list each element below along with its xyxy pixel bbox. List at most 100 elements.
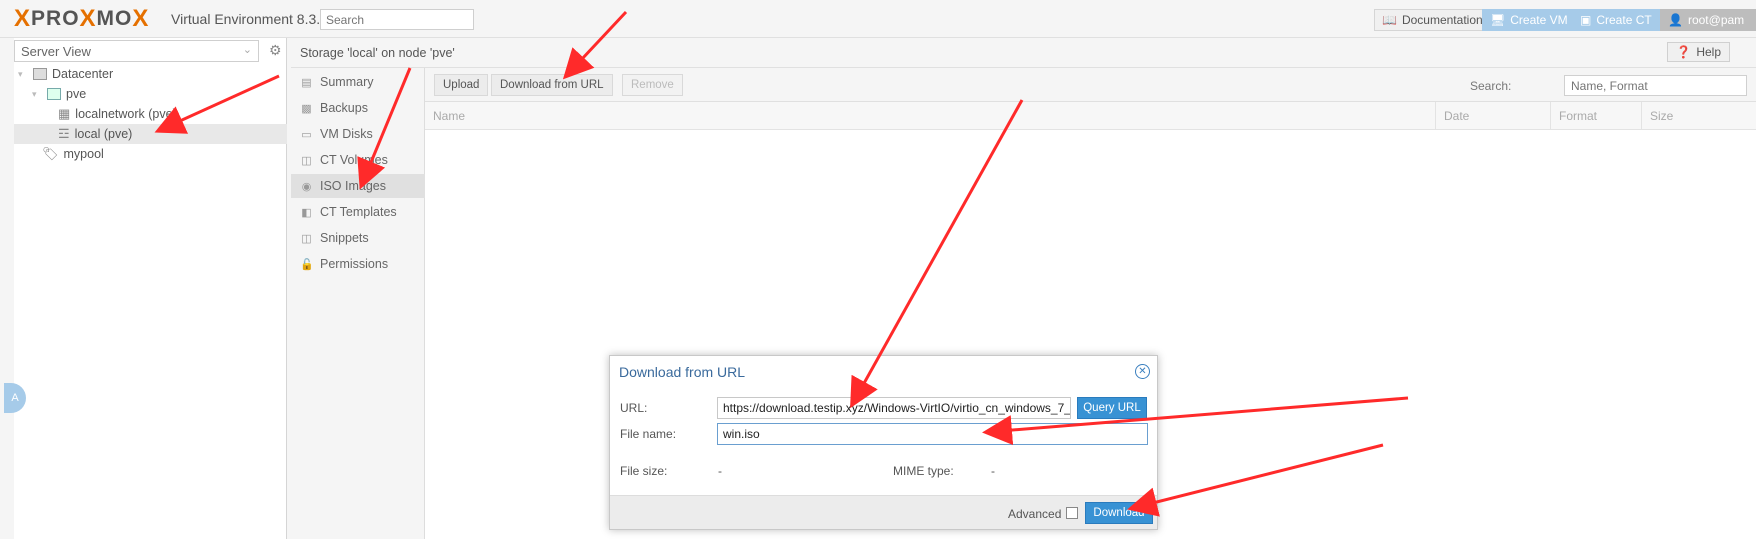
submenu-label: CT Templates (320, 205, 397, 219)
search-label: Search: (1470, 79, 1512, 93)
help-button[interactable]: ❓ Help (1667, 42, 1730, 62)
server-online-icon (47, 88, 61, 100)
localnetwork-label: localnetwork (pve) (75, 107, 177, 121)
chevron-down-icon: ⌄ (242, 44, 252, 56)
submenu-label: CT Volumes (320, 153, 388, 167)
mime-type-value: - (991, 464, 995, 478)
download-from-url-dialog: Download from URL ✕ URL: https://downloa… (609, 355, 1158, 530)
toolbar: Upload Download from URL Remove Search: (425, 68, 1756, 102)
logo-x-left: X (14, 5, 32, 32)
database-icon: ☲ (58, 126, 70, 141)
datacenter-label: Datacenter (52, 67, 114, 81)
submenu-label: ISO Images (320, 179, 386, 193)
submenu-label: Backups (320, 101, 368, 115)
monitor-icon: 🖥 (1490, 13, 1506, 27)
side-circle-label: A (11, 392, 19, 404)
documentation-label: Documentation (1401, 13, 1483, 27)
user-icon: 👤 (1668, 13, 1683, 27)
filename-input[interactable]: win.iso (717, 423, 1148, 445)
hdd-icon: ▭ (301, 128, 312, 141)
resource-tree: Server View ⌄ ⚙ ▾ Datacenter ▾ pve ▦ loc… (14, 38, 287, 539)
download-from-url-button[interactable]: Download from URL (491, 74, 613, 96)
documentation-button[interactable]: 📖 Documentation (1374, 9, 1491, 31)
gear-icon[interactable]: ⚙ (269, 42, 282, 59)
submenu-item-backups[interactable]: ▩ Backups (291, 96, 425, 120)
proxmox-logo: X PRO X MO X (14, 5, 150, 32)
query-url-button[interactable]: Query URL (1077, 397, 1147, 419)
column-header-date[interactable]: Date (1435, 102, 1550, 130)
dialog-footer: Advanced Download (610, 495, 1157, 529)
local-label: local (pve) (74, 127, 133, 141)
create-ct-button[interactable]: ▣ Create CT (1572, 9, 1660, 31)
content-header: Storage 'local' on node 'pve' ❓ Help (291, 38, 1756, 68)
logo-text-pro: PRO (31, 7, 80, 30)
user-label: root@pam (1687, 13, 1745, 27)
submenu-item-ct-volumes[interactable]: ◫ CT Volumes (291, 148, 425, 172)
version-label: Virtual Environment 8.3.3 (171, 11, 328, 27)
collapse-icon[interactable]: ▾ (18, 69, 28, 80)
datacenter-icon (33, 68, 47, 80)
close-icon[interactable]: ✕ (1135, 364, 1150, 379)
tree-node-local[interactable]: ☲ local (pve) (14, 124, 287, 144)
advanced-checkbox[interactable] (1066, 507, 1078, 519)
user-menu-button[interactable]: 👤 root@pam (1660, 9, 1756, 31)
collapse-icon[interactable]: ▾ (32, 89, 42, 100)
server-view-select[interactable]: Server View ⌄ (14, 40, 259, 62)
global-search-input[interactable] (320, 9, 474, 30)
book-icon: ▤ (301, 76, 312, 89)
mime-type-label: MIME type: (893, 464, 954, 478)
question-circle-icon: ❓ (1676, 45, 1692, 59)
filename-label: File name: (620, 427, 677, 441)
create-vm-label: Create VM (1510, 13, 1568, 27)
help-label: Help (1696, 45, 1721, 59)
page-title: Storage 'local' on node 'pve' (300, 46, 455, 60)
logo-x-mid: X (79, 5, 97, 32)
submenu-item-snippets[interactable]: ◫ Snippets (291, 226, 425, 250)
tree-node-localnetwork[interactable]: ▦ localnetwork (pve) (58, 104, 177, 124)
dialog-title: Download from URL (619, 364, 746, 380)
mypool-label: mypool (63, 147, 104, 161)
url-label: URL: (620, 401, 648, 415)
tree-node-pve[interactable]: ▾ pve (32, 84, 86, 104)
submenu-label: Permissions (320, 257, 389, 271)
column-header-format[interactable]: Format (1550, 102, 1641, 130)
search-input[interactable] (1564, 75, 1747, 96)
advanced-label: Advanced (1008, 507, 1062, 521)
create-ct-label: Create CT (1596, 13, 1652, 27)
upload-button[interactable]: Upload (434, 74, 489, 96)
submenu-label: Summary (320, 75, 374, 89)
server-view-label: Server View (21, 44, 91, 59)
floppy-icon: ▩ (301, 102, 312, 115)
ct-volume-icon: ◫ (301, 154, 312, 167)
submenu-item-iso-images[interactable]: ◉ ISO Images (291, 174, 425, 198)
filesize-value: - (718, 464, 722, 478)
column-header-size[interactable]: Size (1641, 102, 1756, 130)
create-vm-button[interactable]: 🖥 Create VM (1482, 9, 1576, 31)
disc-icon: ◉ (301, 180, 312, 193)
submenu-item-summary[interactable]: ▤ Summary (291, 70, 425, 94)
file-code-icon: ◫ (301, 232, 312, 245)
top-bar: X PROXMOX Virtual Environment 8.3.3 📖 Do… (0, 0, 1756, 38)
tree-node-mypool[interactable]: 🏷 mypool (42, 144, 104, 164)
unlock-icon: 🔓 (300, 258, 314, 271)
submenu-label: VM Disks (320, 127, 373, 141)
grid-header: Name Date Format Size (425, 102, 1756, 130)
tree-node-datacenter[interactable]: ▾ Datacenter (18, 64, 113, 84)
submenu-item-permissions[interactable]: 🔓 Permissions (291, 252, 425, 276)
grid-network-icon: ▦ (58, 106, 71, 121)
submenu-item-vm-disks[interactable]: ▭ VM Disks (291, 122, 425, 146)
remove-button[interactable]: Remove (622, 74, 683, 96)
download-button[interactable]: Download (1085, 502, 1153, 524)
logo-text-mo: MO (96, 7, 133, 30)
url-input[interactable]: https://download.testip.xyz/Windows-Virt… (717, 397, 1071, 419)
filesize-label: File size: (620, 464, 668, 478)
column-header-name[interactable]: Name (425, 102, 1435, 130)
cube-icon: ▣ (1580, 13, 1592, 27)
pve-label: pve (66, 87, 87, 101)
file-template-icon: ◧ (301, 206, 312, 219)
submenu-label: Snippets (320, 231, 369, 245)
logo-x-right: X (132, 5, 150, 32)
submenu-item-ct-templates[interactable]: ◧ CT Templates (291, 200, 425, 224)
storage-submenu: ▤ Summary ▩ Backups ▭ VM Disks ◫ CT Volu… (291, 68, 425, 539)
book-icon: 📖 (1382, 13, 1397, 27)
